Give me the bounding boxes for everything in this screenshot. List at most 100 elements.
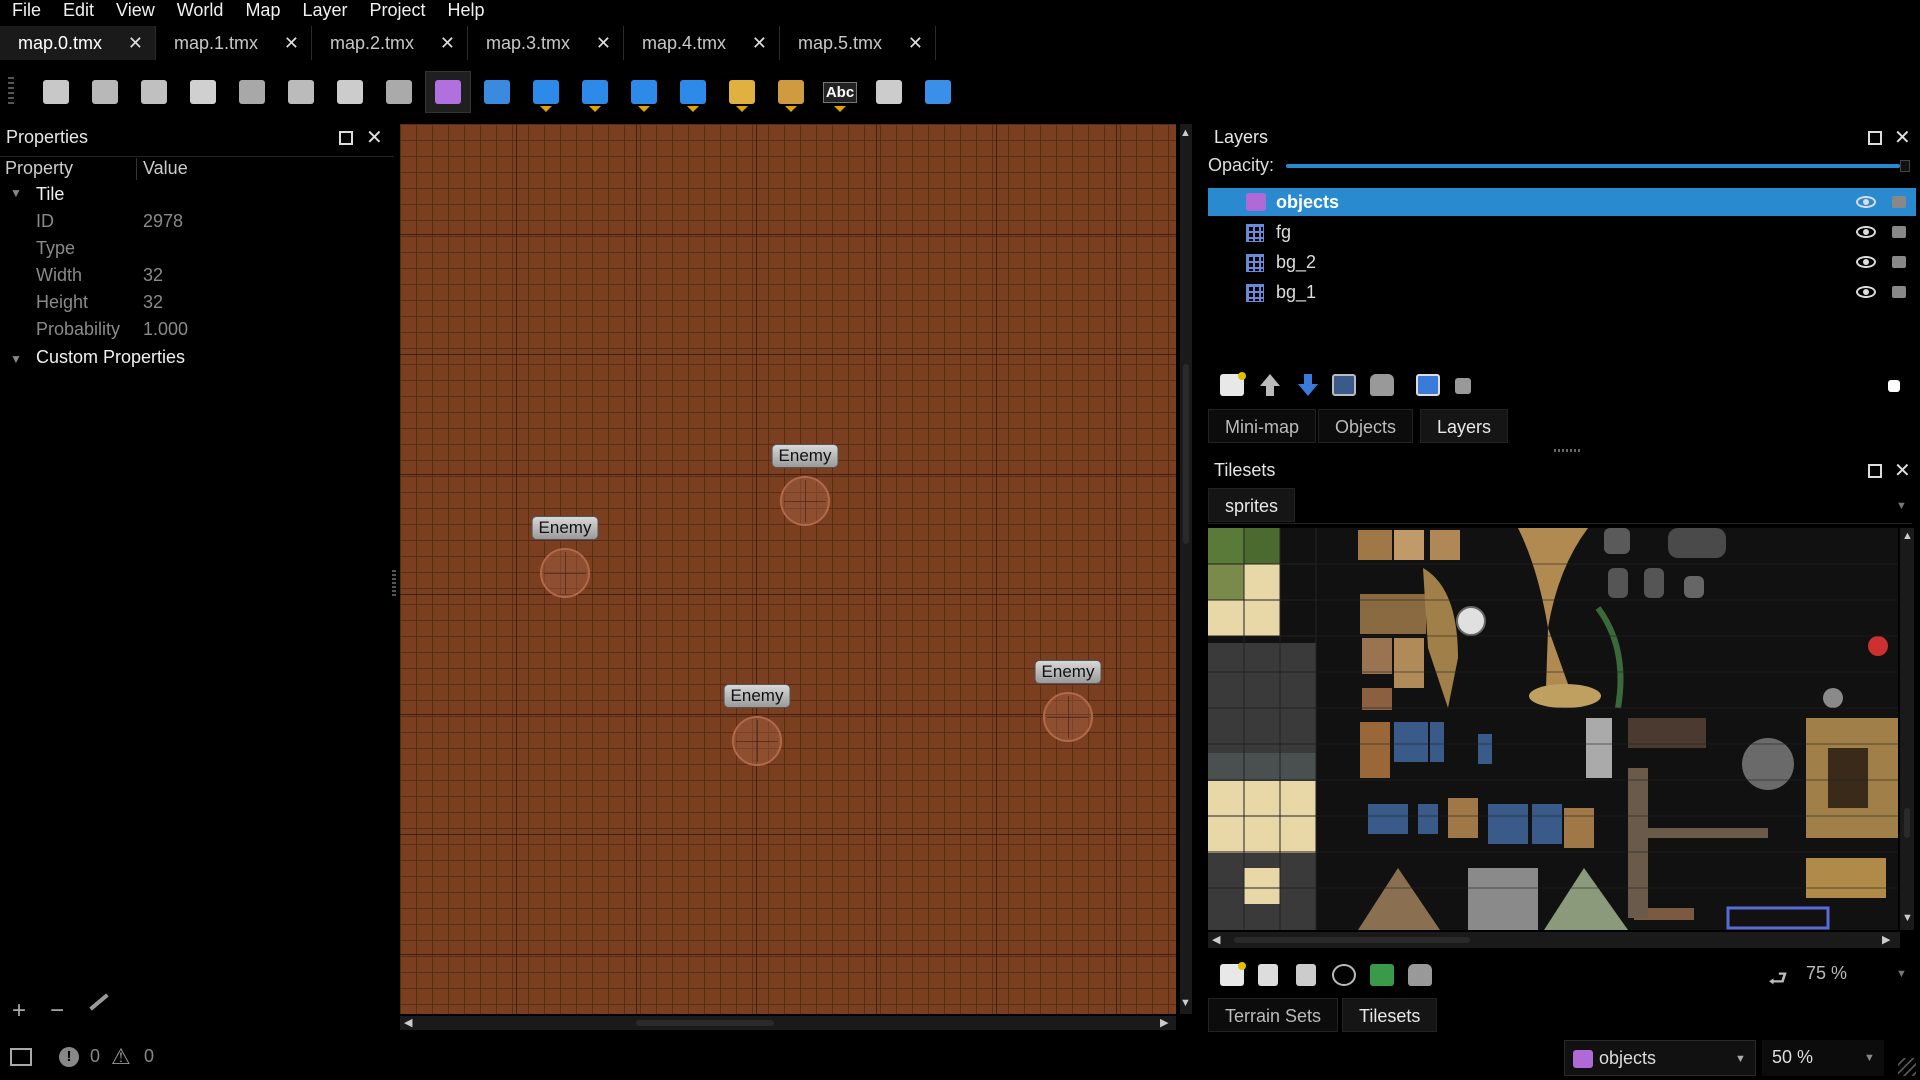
property-row[interactable]: Probability 1.000: [0, 316, 394, 342]
add-property-icon[interactable]: +: [12, 999, 26, 1023]
remove-property-icon[interactable]: −: [50, 999, 64, 1023]
layer-row-fg[interactable]: fg: [1208, 218, 1916, 246]
menu-view[interactable]: View: [104, 0, 165, 22]
visibility-eye-icon[interactable]: [1856, 286, 1876, 298]
warning-icon[interactable]: ⚠: [111, 1044, 131, 1070]
tab-layers[interactable]: Layers: [1420, 409, 1509, 443]
property-row[interactable]: Height 32: [0, 289, 394, 315]
close-tab-icon[interactable]: ✕: [440, 33, 455, 54]
close-panel-icon[interactable]: ✕: [366, 125, 383, 150]
zoom-select[interactable]: 50 % ▼: [1762, 1040, 1884, 1076]
new-layer-icon[interactable]: [1220, 372, 1246, 396]
collapse-tile-icon[interactable]: ▼: [10, 186, 22, 200]
remove-tileset-icon[interactable]: [1408, 964, 1432, 986]
edit-tileset-icon[interactable]: [1370, 964, 1394, 986]
close-tab-icon[interactable]: ✕: [284, 33, 299, 54]
eraser-button[interactable]: [230, 72, 274, 112]
world-tool-button[interactable]: [867, 72, 911, 112]
magic-wand-button[interactable]: [328, 72, 372, 112]
scroll-left-icon[interactable]: ◀: [1212, 933, 1220, 946]
error-icon[interactable]: !: [59, 1047, 79, 1067]
menu-world[interactable]: World: [165, 0, 234, 22]
scroll-up-icon[interactable]: ▲: [1902, 530, 1913, 542]
close-tab-icon[interactable]: ✕: [596, 33, 611, 54]
shape-fill-button[interactable]: [181, 72, 225, 112]
document-tab[interactable]: map.4.tmx ✕: [624, 26, 780, 60]
embed-tileset-icon[interactable]: [1258, 964, 1278, 986]
document-tab[interactable]: map.5.tmx ✕: [780, 26, 936, 60]
lock-layer-icon[interactable]: [1455, 378, 1471, 394]
terrain-brush-button[interactable]: [83, 72, 127, 112]
dock-resize-handle[interactable]: [1554, 449, 1580, 452]
menu-help[interactable]: Help: [436, 0, 495, 22]
collapse-custom-icon[interactable]: ▼: [10, 352, 22, 366]
tab-terrain-sets[interactable]: Terrain Sets: [1208, 998, 1339, 1032]
close-panel-icon[interactable]: ✕: [1894, 458, 1911, 483]
tileset-properties-icon[interactable]: [1332, 964, 1356, 986]
tab-objects[interactable]: Objects: [1318, 409, 1414, 443]
group-custom-properties[interactable]: Custom Properties: [36, 347, 185, 368]
menu-project[interactable]: Project: [357, 0, 435, 22]
opacity-slider-handle[interactable]: [1900, 160, 1910, 172]
duplicate-layer-icon[interactable]: [1332, 374, 1356, 396]
insert-polygon-button[interactable]: [671, 72, 715, 112]
select-objects-button[interactable]: [425, 71, 471, 113]
enemy-ellipse[interactable]: [780, 476, 830, 526]
map-vertical-scrollbar[interactable]: [1180, 124, 1192, 1014]
show-hide-others-icon[interactable]: [1416, 374, 1440, 396]
scroll-right-icon[interactable]: ▶: [1882, 933, 1890, 946]
property-row[interactable]: Width 32: [0, 262, 394, 288]
select-same-tile-button[interactable]: [377, 72, 421, 112]
visibility-eye-icon[interactable]: [1856, 226, 1876, 238]
close-tab-icon[interactable]: ✕: [128, 33, 143, 54]
document-tab[interactable]: map.0.tmx ✕: [0, 26, 156, 60]
tileset-tab-sprites[interactable]: sprites: [1208, 488, 1296, 522]
map-hscroll-thumb[interactable]: [636, 1020, 774, 1026]
insert-text-button[interactable]: Abc: [818, 72, 862, 112]
rename-property-icon[interactable]: [89, 993, 109, 1011]
scroll-down-icon[interactable]: ▼: [1180, 997, 1191, 1009]
layer-select[interactable]: objects ▼: [1564, 1040, 1756, 1076]
visibility-eye-icon[interactable]: [1856, 196, 1876, 208]
document-tab[interactable]: map.1.tmx ✕: [156, 26, 312, 60]
map-canvas[interactable]: Enemy Enemy Enemy Enemy: [400, 124, 1176, 1014]
panel-splitter-handle[interactable]: [392, 570, 396, 596]
insert-rectangle-button[interactable]: [524, 72, 568, 112]
enemy-ellipse[interactable]: [1043, 692, 1093, 742]
console-icon[interactable]: [10, 1048, 32, 1066]
column-header-property[interactable]: Property: [5, 158, 73, 179]
enemy-ellipse[interactable]: [732, 716, 782, 766]
layer-options-icon[interactable]: [1888, 380, 1900, 392]
insert-tile-button[interactable]: [720, 72, 764, 112]
tileset-vscroll-thumb[interactable]: [1904, 808, 1910, 838]
lock-icon[interactable]: [1892, 226, 1906, 238]
float-panel-icon[interactable]: [339, 131, 353, 145]
menu-edit[interactable]: Edit: [51, 0, 104, 22]
scroll-right-icon[interactable]: ▶: [1160, 1016, 1168, 1029]
size-grip-icon[interactable]: [1898, 1058, 1916, 1076]
lower-layer-icon[interactable]: [1296, 374, 1320, 396]
visibility-eye-icon[interactable]: [1856, 256, 1876, 268]
scroll-down-icon[interactable]: ▼: [1902, 912, 1913, 924]
tileset-zoom-dropdown-icon[interactable]: ▼: [1896, 968, 1907, 980]
rect-select-button[interactable]: [279, 72, 323, 112]
tileset-tabs-dropdown-icon[interactable]: ▼: [1896, 500, 1907, 512]
insert-ellipse-button[interactable]: [622, 72, 666, 112]
scroll-up-icon[interactable]: ▲: [1180, 127, 1191, 139]
group-tile[interactable]: Tile: [36, 184, 64, 205]
insert-template-button[interactable]: [769, 72, 813, 112]
property-row[interactable]: ID 2978: [0, 208, 394, 234]
close-panel-icon[interactable]: ✕: [1894, 125, 1911, 150]
delete-layer-icon[interactable]: [1370, 374, 1394, 396]
lock-icon[interactable]: [1892, 196, 1906, 208]
float-panel-icon[interactable]: [1868, 464, 1882, 478]
close-tab-icon[interactable]: ✕: [908, 33, 923, 54]
tileset-vertical-scrollbar[interactable]: [1900, 528, 1914, 930]
column-header-value[interactable]: Value: [143, 158, 188, 179]
layer-row-bg_2[interactable]: bg_2: [1208, 248, 1916, 276]
new-tileset-icon[interactable]: [1220, 962, 1246, 986]
edit-polygons-button[interactable]: [475, 72, 519, 112]
stamp-brush-button[interactable]: [34, 72, 78, 112]
scroll-left-icon[interactable]: ◀: [404, 1016, 412, 1029]
map-horizontal-scrollbar[interactable]: [400, 1016, 1176, 1030]
